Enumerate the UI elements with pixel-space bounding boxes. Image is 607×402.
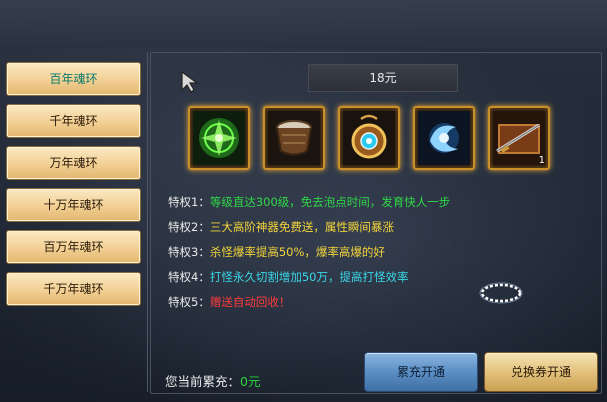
item-count: 1 — [538, 155, 545, 166]
reward-slot-2[interactable] — [263, 106, 325, 170]
sidebar-item-hundred-thousand-year[interactable]: 十万年魂环 — [6, 188, 141, 222]
sidebar-item-million-year[interactable]: 百万年魂环 — [6, 230, 141, 264]
sidebar-item-ten-million-year[interactable]: 千万年魂环 — [6, 272, 141, 306]
privilege-text: 等级直达300级，免去泡点时间，发育快人一步 — [209, 195, 451, 209]
privilege-label: 特权1： — [168, 195, 210, 209]
privilege-1: 特权1：等级直达300级，免去泡点时间，发育快人一步 — [168, 194, 450, 210]
sidebar — [4, 52, 148, 392]
cursor-arrow-icon — [181, 70, 199, 93]
game-panel: 百年魂环 千年魂环 万年魂环 十万年魂环 百万年魂环 千万年魂环 18元 1 特… — [0, 0, 607, 402]
top-band — [0, 0, 607, 48]
blue-orb-icon — [418, 111, 470, 165]
privilege-2: 特权2：三大高阶神器免费送，属性瞬间暴涨 — [168, 219, 394, 235]
accumulated-value: 0元 — [240, 374, 261, 389]
sidebar-item-thousand-year[interactable]: 千年魂环 — [6, 104, 141, 138]
gold-amulet-icon — [343, 111, 395, 165]
sidebar-item-ten-thousand-year[interactable]: 万年魂环 — [6, 146, 141, 180]
privilege-label: 特权2： — [168, 220, 210, 234]
privilege-text: 三大高阶神器免费送，属性瞬间暴涨 — [209, 220, 394, 234]
privilege-4: 特权4：打怪永久切割增加50万，提高打怪效率 — [168, 269, 408, 285]
privilege-text: 杀怪爆率提高50%，爆率高爆的好 — [209, 245, 385, 259]
privilege-text: 打怪永久切割增加50万，提高打怪效率 — [209, 270, 409, 284]
privilege-5: 特权5：赠送自动回收！ — [168, 294, 290, 310]
privilege-label: 特权4： — [168, 270, 210, 284]
privilege-label: 特权3： — [168, 245, 210, 259]
privilege-3: 特权3：杀怪爆率提高50%，爆率高爆的好 — [168, 244, 385, 260]
reward-slot-1[interactable] — [188, 106, 250, 170]
reward-slot-3[interactable] — [338, 106, 400, 170]
recharge-open-button[interactable]: 累充开通 — [364, 352, 478, 392]
accumulated-label: 您当前累充： — [165, 374, 241, 389]
sidebar-item-hundred-year[interactable]: 百年魂环 — [6, 62, 141, 96]
green-rune-icon — [193, 111, 245, 165]
privilege-label: 特权5： — [168, 295, 210, 309]
voucher-open-button[interactable]: 兑换券开通 — [484, 352, 598, 392]
glowing-ring-icon — [479, 282, 523, 304]
privilege-text: 赠送自动回收！ — [209, 295, 291, 309]
accumulated-recharge: 您当前累充：0元 — [165, 371, 260, 390]
weapon-chest-icon — [493, 111, 545, 165]
price-label: 18元 — [308, 64, 458, 92]
drum-icon — [268, 111, 320, 165]
reward-slot-5[interactable]: 1 — [488, 106, 550, 170]
reward-slot-4[interactable] — [413, 106, 475, 170]
